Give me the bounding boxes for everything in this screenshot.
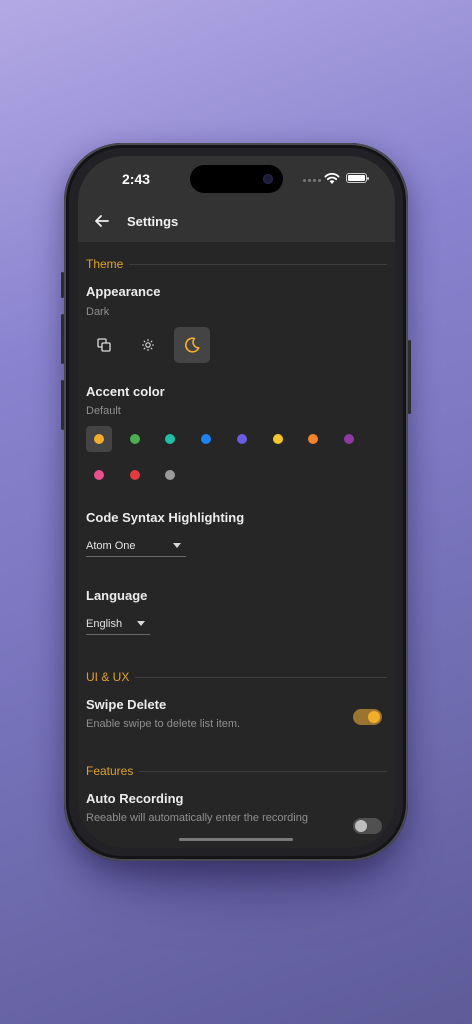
dark-mode-button[interactable] <box>174 327 210 363</box>
color-dot <box>94 470 104 480</box>
syntax-theme-value: Atom One <box>86 539 136 552</box>
appearance-value: Dark <box>86 306 110 318</box>
section-features: Features <box>86 764 387 778</box>
accent-color-swatch[interactable] <box>86 426 112 452</box>
color-dot <box>272 434 283 444</box>
camera-icon <box>263 174 273 184</box>
volume-up-button <box>61 314 64 364</box>
power-button <box>408 340 411 414</box>
swipe-delete-toggle[interactable] <box>353 709 382 725</box>
accent-color-title: Accent color <box>86 384 165 399</box>
section-ui-ux: UI & UX <box>86 670 387 684</box>
accent-color-swatch[interactable] <box>122 426 148 452</box>
toggle-knob <box>368 711 380 723</box>
accent-color-swatch[interactable] <box>157 426 183 452</box>
appearance-title: Appearance <box>86 284 161 299</box>
accent-color-swatch[interactable] <box>336 426 362 452</box>
section-ui-ux-label: UI & UX <box>86 670 130 684</box>
syntax-theme-dropdown[interactable]: Atom One <box>86 535 186 557</box>
accent-color-swatch[interactable] <box>265 426 291 452</box>
arrow-left-icon[interactable] <box>93 212 111 230</box>
swipe-delete-title: Swipe Delete <box>86 697 167 712</box>
toggle-knob <box>355 820 367 832</box>
section-theme: Theme <box>86 257 387 271</box>
accent-color-swatch[interactable] <box>157 462 183 488</box>
color-dot <box>165 470 176 480</box>
accent-color-swatch[interactable] <box>300 426 326 452</box>
auto-recording-title: Auto Recording <box>86 791 184 806</box>
light-mode-button[interactable] <box>130 327 166 363</box>
chevron-down-icon <box>137 621 145 626</box>
accent-color-swatch[interactable] <box>86 462 112 488</box>
accent-color-value: Default <box>86 405 121 417</box>
language-value: English <box>86 617 123 630</box>
chevron-down-icon <box>173 543 181 548</box>
section-divider <box>139 770 387 772</box>
accent-color-swatch[interactable] <box>229 426 255 452</box>
phone-screen: 2:43 Settings Theme Appearance Dark Acce… <box>78 156 395 848</box>
color-dot <box>201 434 212 444</box>
battery-icon <box>346 173 369 183</box>
language-title: Language <box>86 588 148 603</box>
home-indicator <box>179 838 293 841</box>
sun-icon <box>141 338 155 352</box>
color-dot <box>129 434 140 444</box>
appearance-mode-selector <box>86 327 210 363</box>
syntax-highlighting-title: Code Syntax Highlighting <box>86 510 245 525</box>
color-dot <box>129 470 140 480</box>
auto-recording-description: Reeable will automatically enter the rec… <box>86 812 308 824</box>
swipe-delete-description: Enable swipe to delete list item. <box>86 718 241 730</box>
accent-color-swatch[interactable] <box>122 462 148 488</box>
section-features-label: Features <box>86 764 134 778</box>
auto-recording-toggle[interactable] <box>353 818 382 834</box>
section-divider <box>135 676 387 678</box>
action-button <box>61 272 64 298</box>
status-bar: 2:43 <box>78 156 395 204</box>
page-title: Settings <box>127 214 179 229</box>
color-dot <box>165 434 176 444</box>
moon-icon <box>184 337 200 353</box>
color-dot <box>236 434 247 444</box>
wifi-icon <box>324 173 340 184</box>
language-dropdown[interactable]: English <box>86 613 150 635</box>
section-theme-label: Theme <box>86 257 124 271</box>
status-time: 2:43 <box>122 171 151 187</box>
color-dot <box>94 434 104 444</box>
volume-down-button <box>61 380 64 430</box>
color-dot <box>343 434 354 444</box>
section-divider <box>129 263 387 265</box>
system-mode-icon <box>97 338 111 352</box>
cellular-signal-icon <box>303 179 321 183</box>
color-dot <box>308 434 319 444</box>
dynamic-island <box>190 165 283 193</box>
accent-color-swatch[interactable] <box>193 426 219 452</box>
system-mode-button[interactable] <box>86 327 122 363</box>
app-bar: Settings <box>78 204 395 242</box>
